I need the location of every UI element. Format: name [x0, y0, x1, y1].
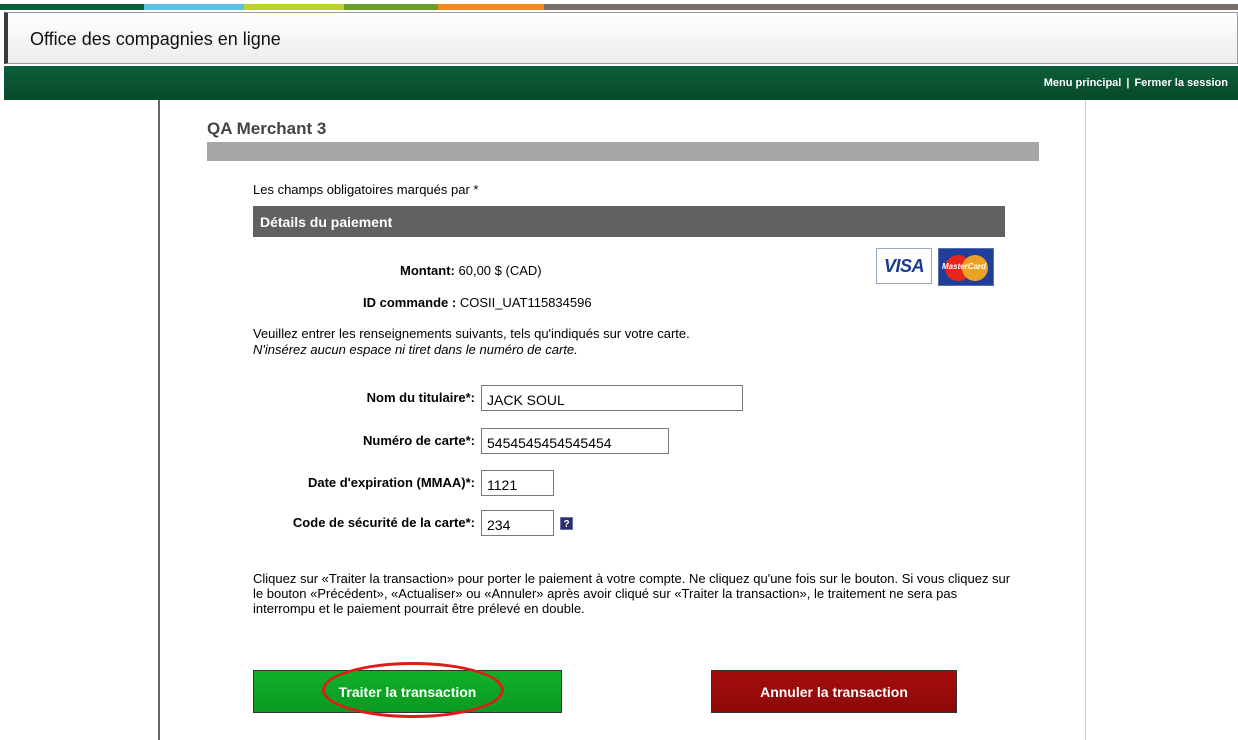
strip-segment [544, 4, 1238, 10]
expiry-input[interactable] [481, 470, 554, 496]
cardholder-row: Nom du titulaire*: [160, 385, 1060, 413]
cvv-input[interactable] [481, 510, 554, 536]
main-menu-link[interactable]: Menu principal [1044, 77, 1122, 89]
accepted-cards: VISA MasterCard [876, 248, 994, 286]
strip-segment [0, 4, 144, 10]
expiry-row: Date d'expiration (MMAA)*: [160, 470, 1060, 498]
app-title: Office des compagnies en ligne [30, 29, 281, 49]
strip-segment [438, 4, 544, 10]
amount-value: 60,00 $ (CAD) [458, 263, 542, 278]
payment-panel: QA Merchant 3 Les champs obligatoires ma… [158, 100, 1086, 740]
mastercard-logo-icon: MasterCard [938, 248, 994, 286]
app-header: Office des compagnies en ligne [4, 12, 1238, 64]
nav-bar: Menu principal | Fermer la session [4, 66, 1238, 100]
card-number-input[interactable] [481, 428, 669, 454]
required-fields-note: Les champs obligatoires marqués par * [253, 182, 479, 197]
cvv-label: Code de sécurité de la carte*: [292, 515, 475, 530]
submit-transaction-button[interactable]: Traiter la transaction [253, 670, 562, 713]
instructions-line: Veuillez entrer les renseignements suiva… [253, 326, 690, 341]
transaction-notice: Cliquez sur «Traiter la transaction» pou… [253, 571, 1011, 616]
cvv-row: Code de sécurité de la carte*: ? [160, 510, 1060, 538]
nav-separator: | [1126, 77, 1130, 89]
card-number-label: Numéro de carte*: [363, 433, 475, 448]
order-id-row: ID commande : COSII_UAT115834596 [363, 295, 592, 310]
amount-label: Montant: [400, 263, 455, 278]
order-id-label: ID commande : [363, 295, 457, 310]
order-id-value: COSII_UAT115834596 [459, 295, 592, 310]
cancel-transaction-button[interactable]: Annuler la transaction [711, 670, 957, 713]
merchant-name: QA Merchant 3 [207, 119, 327, 138]
cardholder-input[interactable] [481, 385, 743, 411]
nav-links: Menu principal | Fermer la session [1044, 77, 1228, 89]
payment-details-header: Détails du paiement [253, 206, 1005, 237]
instructions-note: N'insérez aucun espace ni tiret dans le … [253, 342, 578, 357]
merchant-divider-bar [207, 142, 1039, 161]
logout-link[interactable]: Fermer la session [1134, 77, 1228, 89]
expiry-label: Date d'expiration (MMAA)*: [307, 475, 475, 490]
cardholder-label: Nom du titulaire*: [366, 390, 475, 405]
strip-segment [344, 4, 438, 10]
color-strip [0, 4, 1238, 10]
strip-segment [244, 4, 344, 10]
help-icon[interactable]: ? [560, 517, 573, 530]
strip-segment [144, 4, 244, 10]
amount-row: Montant: 60,00 $ (CAD) [400, 263, 542, 278]
card-instructions: Veuillez entrer les renseignements suiva… [253, 326, 690, 358]
visa-logo-icon: VISA [876, 248, 932, 284]
card-number-row: Numéro de carte*: [160, 428, 1060, 456]
